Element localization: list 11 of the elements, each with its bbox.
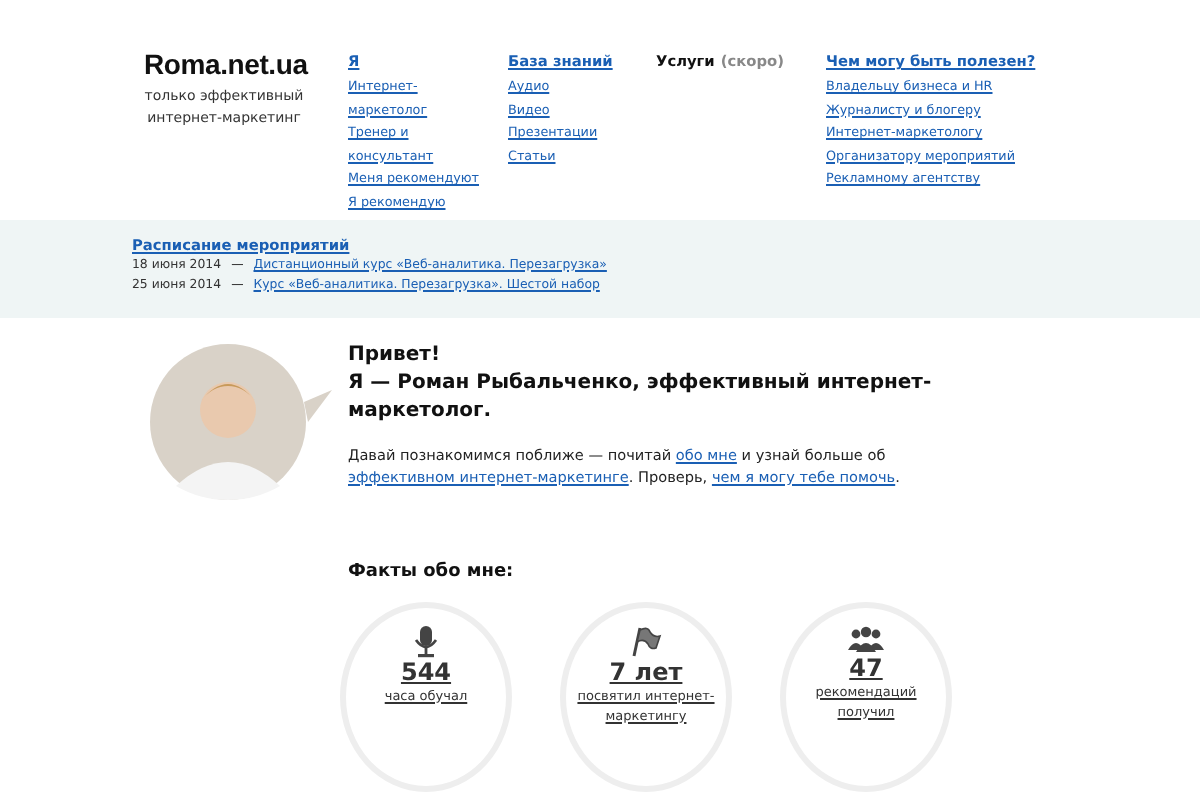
intro-headline: Я — Роман Рыбальченко, эффективный интернет-маркетолог. — [348, 369, 934, 426]
fact-value[interactable]: 544 — [400, 657, 452, 686]
avatar-icon — [148, 341, 336, 502]
fact-value[interactable]: 7 лет — [609, 657, 683, 686]
people-icon — [848, 625, 884, 654]
facts-heading: Факты обо мне: — [348, 561, 516, 582]
microphone-icon — [414, 625, 438, 658]
flag-icon — [630, 625, 662, 658]
site-logo[interactable]: Roma.net.ua — [144, 48, 348, 80]
greeting-heading: Привет! — [348, 341, 443, 370]
fact-value[interactable]: 47 — [849, 653, 883, 682]
